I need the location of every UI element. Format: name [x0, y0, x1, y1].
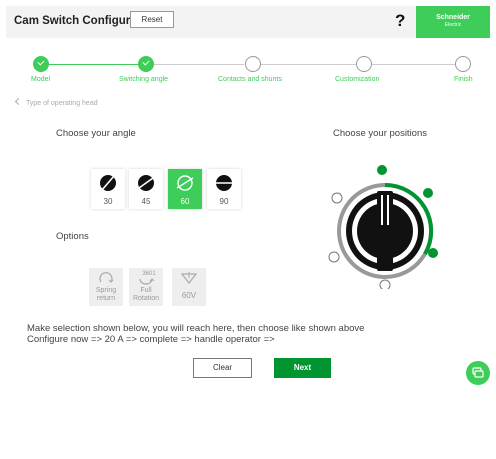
header-bar: Cam Switch Configurator Reset ? Schneide…: [6, 6, 490, 38]
step-label-angle[interactable]: Switching angle: [119, 76, 168, 83]
angle-label: 60: [180, 197, 190, 206]
chat-icon: [472, 367, 484, 378]
instructions-text: Make selection shown below, you will rea…: [27, 323, 364, 345]
step-customization-indicator[interactable]: [356, 56, 372, 72]
option-badge: 3601: [142, 271, 156, 277]
option-label: Rotation: [132, 295, 160, 302]
position-dot-135[interactable]: [428, 248, 438, 258]
angle-option-60[interactable]: 60: [168, 169, 202, 209]
option-60v[interactable]: 60V: [172, 268, 206, 306]
check-icon: [37, 58, 45, 66]
position-dot-225[interactable]: [328, 251, 340, 263]
option-full-rotation[interactable]: 3601 Full Rotation: [129, 268, 163, 306]
position-dot-45[interactable]: [423, 188, 433, 198]
chevron-left-icon: [14, 97, 23, 106]
step-connector: [261, 64, 356, 65]
help-icon[interactable]: ?: [395, 11, 405, 31]
angle-label: 45: [141, 197, 151, 206]
angle-label: 90: [219, 197, 229, 206]
option-label: Full: [140, 287, 152, 294]
voltage-icon: [181, 272, 197, 284]
step-model-indicator[interactable]: [33, 56, 49, 72]
handle-45-icon: [138, 175, 154, 191]
angle-option-45[interactable]: 45: [129, 169, 163, 209]
position-dial[interactable]: [325, 161, 453, 289]
position-dot-315[interactable]: [331, 192, 343, 204]
step-contacts-indicator[interactable]: [245, 56, 261, 72]
step-connector: [372, 64, 455, 65]
spring-return-icon: [99, 272, 114, 283]
progress-stepper: Model Switching angle Contacts and shunt…: [6, 50, 490, 90]
step-angle-indicator[interactable]: [138, 56, 154, 72]
step-label-contacts[interactable]: Contacts and shunts: [218, 76, 282, 83]
position-dot-0[interactable]: [377, 165, 387, 175]
clear-button[interactable]: Clear: [193, 358, 252, 378]
angle-option-30[interactable]: 30: [91, 169, 125, 209]
instructions-line-1: Make selection shown below, you will rea…: [27, 323, 365, 334]
position-dot-180[interactable]: [379, 279, 391, 289]
angle-section-title: Choose your angle: [56, 128, 136, 139]
step-label-customization[interactable]: Customization: [335, 76, 379, 83]
instructions-line-2: Configure now => 20 A => complete => han…: [27, 334, 275, 345]
positions-section-title: Choose your positions: [333, 128, 427, 139]
brand-logo: Schneider Electric: [416, 6, 490, 38]
step-label-finish[interactable]: Finish: [454, 76, 473, 83]
chat-button[interactable]: [466, 361, 490, 385]
next-button[interactable]: Next: [274, 358, 331, 378]
angle-label: 30: [103, 197, 113, 206]
back-link[interactable]: Type of operating head: [14, 97, 98, 107]
step-label-model[interactable]: Model: [31, 76, 50, 83]
dial-handle: [377, 191, 393, 271]
handle-90-icon: [215, 175, 233, 191]
options-section-title: Options: [56, 231, 89, 242]
handle-30-icon: [100, 175, 116, 191]
angle-option-90[interactable]: 90: [207, 169, 241, 209]
reset-button[interactable]: Reset: [130, 11, 174, 28]
back-link-label: Type of operating head: [26, 100, 98, 107]
option-spring-return[interactable]: Spring return: [89, 268, 123, 306]
option-label: Spring: [95, 287, 117, 294]
brand-name: Schneider: [436, 14, 470, 21]
option-label: 60V: [181, 291, 197, 300]
brand-sub: Electric: [444, 22, 462, 28]
step-finish-indicator[interactable]: [455, 56, 471, 72]
handle-60-icon: [176, 175, 194, 191]
app-frame: Cam Switch Configurator Reset ? Schneide…: [6, 6, 490, 453]
step-connector: [49, 64, 146, 65]
option-label: return: [96, 295, 116, 302]
step-connector: [154, 64, 244, 65]
check-icon: [142, 58, 150, 66]
